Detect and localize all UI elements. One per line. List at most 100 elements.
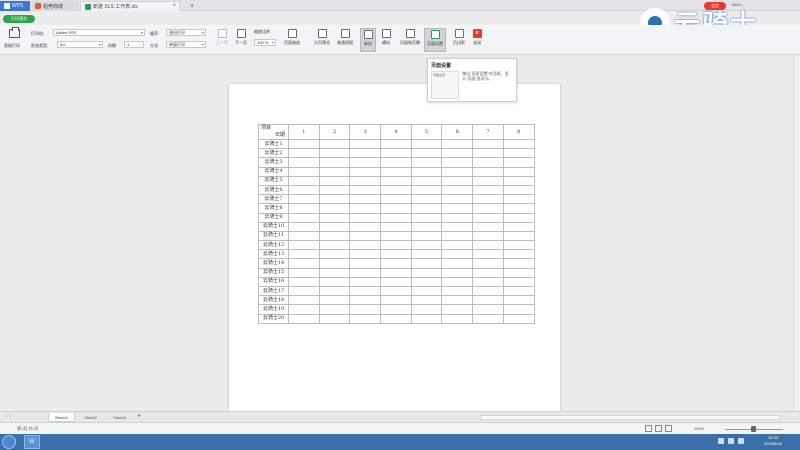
corner-bottom-label: 日期 bbox=[274, 132, 285, 138]
chevron-down-icon: ▾ bbox=[201, 42, 204, 47]
sheet-nav-arrows-icon[interactable]: ‹› bbox=[5, 414, 14, 420]
table-row: 云骑士13 bbox=[258, 249, 535, 260]
table-cell bbox=[380, 194, 412, 205]
table-cell bbox=[410, 313, 443, 324]
column-header: 1 bbox=[288, 124, 320, 140]
normal-view-icon[interactable] bbox=[645, 425, 652, 432]
network-icon[interactable] bbox=[718, 438, 724, 444]
table-cell bbox=[472, 276, 504, 288]
table-row: 云骑士7 bbox=[258, 194, 535, 205]
header-footer-button[interactable]: 页眉和页脚 bbox=[396, 28, 424, 52]
view-switcher bbox=[645, 425, 672, 432]
table-cell bbox=[410, 249, 443, 260]
order-select[interactable]: 逐份打印 ▾ bbox=[166, 29, 206, 36]
next-page-button[interactable]: 下一页 bbox=[230, 28, 252, 52]
table-cell bbox=[380, 221, 412, 232]
table-cell bbox=[502, 267, 535, 278]
table-cell bbox=[380, 240, 412, 251]
tooltip-description: 弹出“页面设置”对话框，显示“页面”选项卡。 bbox=[462, 71, 509, 81]
stepper-icon[interactable]: ÷ bbox=[140, 42, 142, 47]
table-row: 云骑士3 bbox=[258, 157, 535, 168]
table-cell bbox=[502, 166, 535, 177]
table-row: 云骑士18 bbox=[258, 295, 535, 306]
system-clock[interactable]: 15:33 2019/6/28 bbox=[764, 435, 782, 447]
table-header-row: 项目 日期 1 2 3 4 5 6 7 8 bbox=[258, 124, 535, 140]
close-preview-button[interactable]: × 关闭 bbox=[468, 28, 486, 52]
table-cell bbox=[441, 175, 474, 186]
table-cell bbox=[288, 304, 320, 315]
start-button-icon[interactable] bbox=[2, 435, 16, 449]
chevron-down-icon: ▾ bbox=[140, 30, 143, 35]
margins-button[interactable]: 页边距 bbox=[448, 28, 470, 52]
table-cell bbox=[288, 175, 320, 186]
page-setup-button[interactable]: 页面设置 bbox=[424, 28, 446, 52]
table-cell bbox=[349, 148, 382, 159]
page-break-preview-button[interactable]: 分页预览 bbox=[311, 28, 333, 52]
spreadsheet-icon bbox=[85, 3, 91, 10]
table-cell bbox=[318, 166, 351, 177]
flag-icon[interactable] bbox=[728, 438, 734, 444]
page-zoom-button[interactable]: 页面缩放 bbox=[279, 28, 305, 52]
button-label: 页边距 bbox=[453, 40, 465, 45]
printer-value: Adobe PDF bbox=[56, 30, 77, 35]
wps-taskbar-icon[interactable]: W bbox=[24, 435, 40, 449]
table-cell bbox=[380, 304, 412, 315]
table-cell bbox=[502, 240, 535, 251]
landscape-button[interactable]: 横向 bbox=[378, 28, 394, 52]
close-icon[interactable]: × bbox=[172, 3, 176, 9]
table-cell bbox=[502, 230, 535, 242]
portrait-button[interactable]: 纵向 bbox=[360, 28, 376, 52]
tab-store[interactable]: 稻壳商城 bbox=[31, 1, 79, 11]
table-cell bbox=[380, 212, 412, 223]
table-cell bbox=[502, 276, 535, 288]
table-cell bbox=[380, 175, 412, 186]
table-cell bbox=[349, 184, 382, 196]
tab-sheet1[interactable]: Sheet1 bbox=[48, 413, 75, 422]
table-cell bbox=[318, 194, 351, 205]
tab-sheet2[interactable]: Sheet2 bbox=[77, 413, 104, 422]
normal-view-button[interactable]: 普通视图 bbox=[334, 28, 356, 52]
zoom-slider-handle[interactable] bbox=[751, 426, 756, 432]
copies-stepper[interactable]: 1 ÷ bbox=[124, 41, 144, 48]
landscape-icon bbox=[381, 29, 391, 38]
page-setup-tooltip: 页面设置 页面设置 弹出“页面设置”对话框，显示“页面”选项卡。 bbox=[427, 58, 517, 102]
page-break-icon[interactable] bbox=[665, 425, 672, 432]
add-sheet-button[interactable]: + bbox=[137, 413, 141, 420]
horizontal-scrollbar[interactable] bbox=[480, 415, 780, 420]
table-cell bbox=[472, 212, 504, 223]
tab-wps-home[interactable]: WPS bbox=[0, 1, 30, 11]
table-row: 云骑士14 bbox=[258, 258, 535, 269]
new-tab-button[interactable]: + bbox=[186, 1, 196, 11]
table-cell bbox=[288, 276, 320, 288]
table-cell bbox=[288, 148, 320, 159]
tab-label: WPS bbox=[12, 3, 24, 9]
tab-document[interactable]: 新建 XLS 工作表.xls × bbox=[80, 1, 180, 11]
table-cell bbox=[410, 166, 443, 177]
table-cell bbox=[318, 148, 351, 159]
page-layout-icon[interactable] bbox=[655, 425, 662, 432]
table-cell bbox=[380, 166, 412, 177]
margins-icon bbox=[454, 29, 464, 38]
paper-type-select[interactable]: A4 ▾ bbox=[57, 41, 103, 48]
tab-sheet3[interactable]: Sheet3 bbox=[106, 413, 133, 422]
table-cell bbox=[441, 267, 474, 278]
printer-icon[interactable] bbox=[9, 27, 20, 38]
tooltip-thumb-label: 页面设置 bbox=[433, 73, 446, 77]
method-select[interactable]: 单面打印 ▾ bbox=[166, 41, 206, 48]
print-page: 项目 日期 1 2 3 4 5 6 7 8 云骑士1 云骑士2 云骑士3 云骑士4 云骑士5 云骑士6 云骑士7… bbox=[229, 84, 560, 412]
table-row: 云骑士15 bbox=[258, 267, 535, 278]
printer-select[interactable]: Adobe PDF ▾ bbox=[53, 29, 145, 36]
column-header: 6 bbox=[441, 124, 474, 140]
direct-print-button[interactable]: 直接打印 bbox=[4, 43, 20, 49]
volume-icon[interactable] bbox=[738, 438, 744, 444]
zoom-select[interactable]: 100 % ▾ bbox=[254, 39, 276, 46]
table-cell bbox=[472, 184, 504, 196]
table-cell bbox=[410, 304, 443, 315]
table-cell bbox=[441, 304, 474, 315]
table-cell bbox=[318, 230, 351, 242]
table-cell bbox=[441, 138, 474, 150]
wps-icon bbox=[4, 3, 10, 9]
table-cell bbox=[472, 285, 504, 297]
vertical-scrollbar[interactable] bbox=[793, 56, 800, 410]
close-icon: × bbox=[472, 29, 482, 38]
